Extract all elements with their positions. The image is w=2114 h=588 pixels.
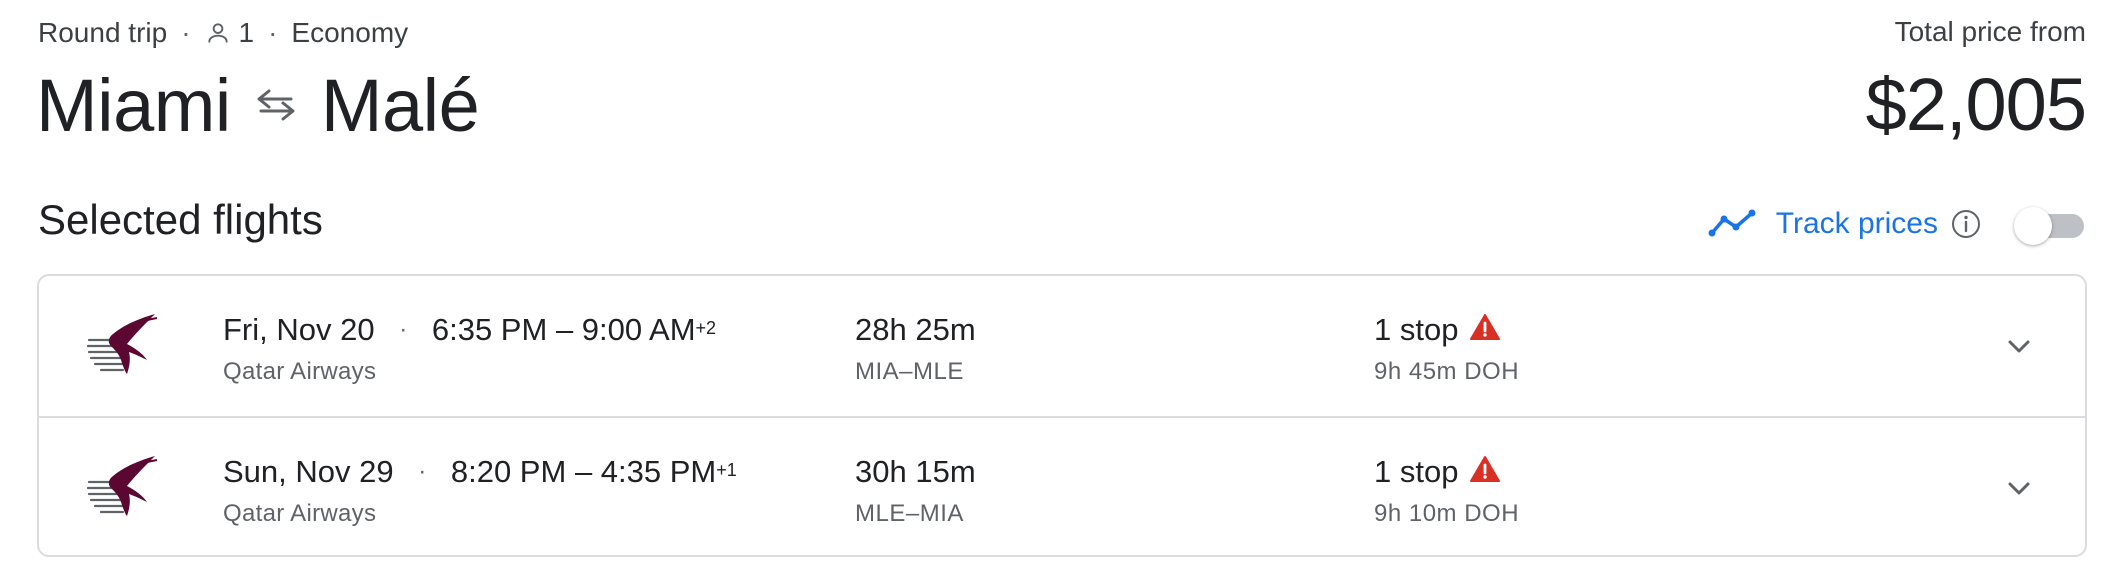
airline-name: Qatar Airways [223,500,377,527]
info-icon[interactable] [1950,208,1982,240]
total-price-label: Total price from [1894,16,2086,47]
flight-duration: 30h 15m [855,454,976,489]
selected-flights-heading: Selected flights [38,196,323,243]
origin-city: Miami [36,63,231,147]
day-offset: +1 [716,460,737,480]
trip-type: Round trip [38,17,168,48]
destination-city: Malé [320,63,480,147]
layover-info: 9h 10m DOH [1374,500,1520,527]
swap-arrows-icon [253,85,299,125]
expand-flight-button[interactable] [1997,324,2041,368]
airline-name: Qatar Airways [223,358,377,385]
person-icon [205,20,231,46]
expand-flight-button[interactable] [1997,466,2041,510]
separator-dot: · [418,458,427,485]
toggle-knob [2014,207,2052,245]
cabin-class: Economy [291,17,409,48]
warning-icon [1470,455,1501,483]
route-title: Miami Malé [36,62,480,148]
track-prices-toggle[interactable] [2014,207,2086,245]
chevron-down-icon [2008,340,2030,353]
day-offset: +2 [695,318,717,338]
flight-times: Sun, Nov 29 · 8:20 PM – 4:35 PM+1 [223,454,737,490]
airport-codes: MIA–MLE [855,358,964,385]
trip-summary: Round trip · 1 · Economy [38,16,408,50]
separator-dot: · [181,17,191,48]
warning-icon [1470,313,1501,341]
arrival-time: 4:35 PM [600,454,717,489]
flight-row-outbound[interactable]: Fri, Nov 20 · 6:35 PM – 9:00 AM+2 Qatar … [39,276,2085,416]
arrival-time: 9:00 AM [581,312,696,347]
departure-time: 8:20 PM [450,454,567,489]
departure-time: 6:35 PM [431,312,548,347]
flight-times: Fri, Nov 20 · 6:35 PM – 9:00 AM+2 [223,312,716,348]
time-dash: – [574,454,601,489]
stops-info: 1 stop [1374,454,1501,490]
passenger-count: 1 [238,17,255,48]
separator-dot: · [268,17,278,48]
stop-count: 1 stop [1374,312,1459,347]
track-prices: Track prices [1708,198,2086,250]
qatar-airways-logo-icon [85,310,159,376]
trend-line-icon [1708,209,1758,239]
separator-dot: · [399,316,408,343]
qatar-airways-logo-icon [85,452,159,518]
total-price: $2,005 [1865,63,2087,146]
chevron-down-icon [2008,482,2030,495]
flight-row-return[interactable]: Sun, Nov 29 · 8:20 PM – 4:35 PM+1 Qatar … [39,416,2085,555]
airport-codes: MLE–MIA [855,500,964,527]
time-dash: – [555,312,582,347]
track-prices-label[interactable]: Track prices [1776,207,1938,241]
stop-count: 1 stop [1374,454,1459,489]
selected-flights-list: Fri, Nov 20 · 6:35 PM – 9:00 AM+2 Qatar … [37,274,2087,557]
flight-date: Fri, Nov 20 [223,312,375,347]
stops-info: 1 stop [1374,312,1501,348]
flight-duration: 28h 25m [855,312,976,347]
layover-info: 9h 45m DOH [1374,358,1520,385]
flight-date: Sun, Nov 29 [223,454,394,489]
